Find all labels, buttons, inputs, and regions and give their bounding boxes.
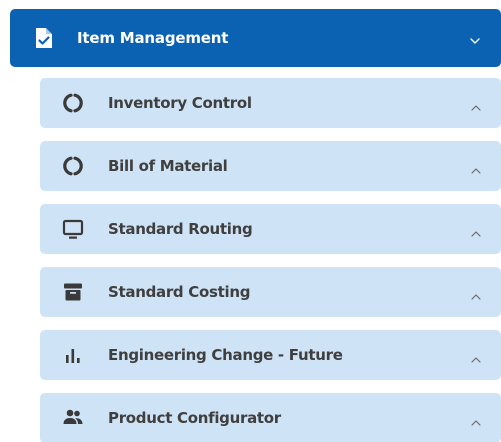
chevron-down-icon[interactable] xyxy=(469,32,481,44)
sidebar-menu: Item Management Inventory Control Bill o… xyxy=(0,0,501,442)
submenu-item-inventory-control[interactable]: Inventory Control xyxy=(40,78,501,128)
submenu-item-engineering-change-future[interactable]: Engineering Change - Future xyxy=(40,330,501,380)
chevron-up-icon[interactable] xyxy=(470,413,482,426)
circle-notch-icon xyxy=(62,155,84,177)
archive-box-icon xyxy=(62,281,84,303)
document-check-icon xyxy=(34,27,54,49)
monitor-icon xyxy=(62,218,84,240)
submenu-item-standard-costing[interactable]: Standard Costing xyxy=(40,267,501,317)
submenu-item-label: Engineering Change - Future xyxy=(108,346,343,364)
chevron-up-icon[interactable] xyxy=(470,161,482,174)
item-management-menu-header[interactable]: Item Management xyxy=(10,9,501,67)
circle-notch-icon xyxy=(62,92,84,114)
submenu-item-label: Product Configurator xyxy=(108,409,281,427)
submenu-item-label: Bill of Material xyxy=(108,157,228,175)
submenu-item-label: Standard Routing xyxy=(108,220,253,238)
submenu-item-bill-of-material[interactable]: Bill of Material xyxy=(40,141,501,191)
item-management-label: Item Management xyxy=(77,29,229,47)
chevron-up-icon[interactable] xyxy=(470,350,482,363)
chevron-up-icon[interactable] xyxy=(470,287,482,300)
chevron-up-icon[interactable] xyxy=(470,98,482,111)
submenu-item-label: Standard Costing xyxy=(108,283,251,301)
people-icon xyxy=(62,407,84,429)
submenu-item-standard-routing[interactable]: Standard Routing xyxy=(40,204,501,254)
submenu-item-label: Inventory Control xyxy=(108,94,252,112)
submenu-item-product-configurator[interactable]: Product Configurator xyxy=(40,393,501,442)
bar-chart-icon xyxy=(62,344,84,366)
chevron-up-icon[interactable] xyxy=(470,224,482,237)
